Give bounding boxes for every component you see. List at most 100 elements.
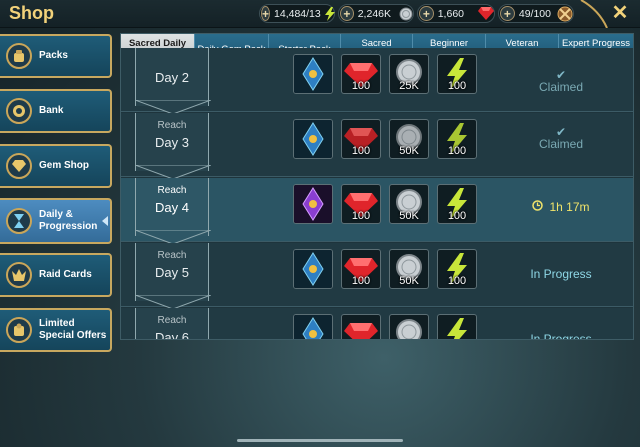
gem-icon [344, 323, 378, 339]
sacred-shard-icon [294, 55, 332, 93]
item-quantity: 50K [399, 275, 419, 287]
list-item: Reach Day 4 100 50K 100 1h 17m [121, 178, 633, 244]
close-button[interactable]: ✕ [609, 2, 631, 24]
sidebar-item-raid-cards[interactable]: Raid Cards [0, 253, 112, 297]
silver-counter[interactable]: + 2,246K [338, 4, 414, 23]
silver-coin-icon [399, 7, 413, 21]
add-arena-token-button[interactable]: + [500, 6, 515, 21]
void-shard-icon [294, 185, 332, 223]
silver-item[interactable]: 50K [389, 119, 429, 159]
checkmark-icon: ✔ [555, 68, 567, 82]
sacred-shard-item[interactable] [293, 54, 333, 94]
limited-offer-icon [6, 317, 32, 343]
silver-item[interactable]: 50K [389, 184, 429, 224]
sidebar-item-label: Gem Shop [39, 160, 90, 171]
day-banner: Reach Day 4 [135, 178, 211, 244]
item-quantity: 50K [399, 145, 419, 157]
reach-label: Reach [157, 185, 187, 196]
status-text: Claimed [538, 137, 583, 151]
gem-item[interactable]: 100 [341, 119, 381, 159]
day-banner: Day 2 [135, 48, 211, 114]
item-quantity: 100 [447, 275, 467, 287]
list-item: Reach Day 3 100 50K 100 ✔ Claimed [121, 113, 633, 179]
sidebar-item-label: Bank [39, 105, 64, 116]
arena-token-value: 49/100 [518, 7, 551, 20]
status-text: 1h 17m [549, 200, 590, 214]
bank-icon [6, 98, 32, 124]
item-quantity: 100 [351, 275, 371, 287]
banner-point [135, 165, 211, 179]
day-label: Day 4 [155, 200, 189, 215]
list-item: Reach Day 5 100 50K 100 In Progress [121, 243, 633, 309]
silver-value: 2,246K [357, 7, 391, 20]
banner-point [135, 295, 211, 309]
item-quantity: 100 [351, 80, 371, 92]
arena-token-icon [557, 6, 573, 22]
gem-counter[interactable]: + 1,660 [417, 4, 495, 23]
reach-label: Reach [157, 250, 187, 261]
sacred-shard-item[interactable] [293, 119, 333, 159]
energy-item[interactable]: 100 [437, 184, 477, 224]
list-item: Reach Day 6 In Progress [121, 308, 633, 339]
day-banner: Reach Day 6 [135, 308, 209, 339]
add-silver-button[interactable]: + [340, 6, 354, 21]
void-shard-item[interactable] [293, 184, 333, 224]
home-indicator[interactable] [237, 439, 403, 442]
sacred-shard-item[interactable] [293, 314, 333, 339]
checkmark-icon: ✔ [555, 125, 567, 139]
sidebar-item-gem-shop[interactable]: Gem Shop [0, 144, 112, 188]
energy-item[interactable]: 100 [437, 249, 477, 289]
sidebar-item-limited-offers[interactable]: Limited Special Offers [0, 308, 112, 352]
clock-icon [532, 200, 544, 214]
page-title: Shop [9, 3, 54, 23]
gem-item[interactable]: 100 [341, 54, 381, 94]
item-quantity: 50K [399, 210, 419, 222]
silver-item[interactable]: 25K [389, 54, 429, 94]
day-label: Day 3 [155, 135, 189, 150]
crown-icon [6, 262, 32, 288]
add-gems-button[interactable]: + [419, 6, 434, 21]
status-text: Claimed [538, 80, 583, 94]
gem-shop-icon [6, 153, 32, 179]
sidebar-item-label: Raid Cards [39, 269, 92, 280]
status-in-progress: In Progress [530, 267, 592, 281]
gem-item[interactable]: 100 [341, 249, 381, 289]
sidebar-item-bank[interactable]: Bank [0, 89, 112, 133]
status-claimed: ✔ Claimed [491, 125, 631, 151]
arena-token-counter[interactable]: + 49/100 [498, 4, 574, 23]
sidebar-item-label: Daily & Progression [39, 209, 98, 232]
energy-item[interactable] [437, 314, 477, 339]
active-indicator-arrow [102, 216, 108, 226]
sidebar-item-packs[interactable]: Packs [0, 34, 112, 78]
hourglass-icon [6, 208, 32, 234]
reach-label: Reach [157, 315, 187, 326]
silver-coin-icon [396, 319, 422, 339]
item-quantity: 100 [351, 145, 371, 157]
silver-item[interactable] [389, 314, 429, 339]
energy-item[interactable]: 100 [437, 54, 477, 94]
energy-counter[interactable]: + 14,484/13 [259, 4, 335, 23]
sacred-shard-item[interactable] [293, 249, 333, 289]
rewards-panel: Sacred Daily Pack Daily Gem Pack Starter… [120, 33, 634, 340]
gem-item[interactable]: 100 [341, 184, 381, 224]
day-banner: Reach Day 3 [135, 113, 211, 179]
energy-item[interactable]: 100 [437, 119, 477, 159]
sidebar-item-label: Packs [39, 50, 68, 61]
top-bar: Shop + 14,484/13 + 2,246K + 1,660 + 49/1… [0, 0, 640, 28]
sidebar-item-label: Limited Special Offers [39, 318, 107, 341]
add-energy-button[interactable]: + [261, 6, 271, 21]
gem-icon [478, 7, 494, 20]
sacred-shard-icon [294, 120, 332, 158]
horn-ornament-icon [580, 0, 608, 28]
day-label: Day 2 [155, 70, 189, 85]
silver-item[interactable]: 50K [389, 249, 429, 289]
packs-icon [6, 43, 32, 69]
sidebar-item-daily-progression[interactable]: Daily & Progression [0, 198, 112, 244]
gem-value: 1,660 [437, 7, 464, 20]
day-banner: Reach Day 5 [135, 243, 211, 309]
banner-point [135, 230, 211, 244]
gem-item[interactable] [341, 314, 381, 339]
item-quantity: 100 [447, 80, 467, 92]
lightning-icon [447, 318, 467, 339]
day-label: Day 5 [155, 265, 189, 280]
